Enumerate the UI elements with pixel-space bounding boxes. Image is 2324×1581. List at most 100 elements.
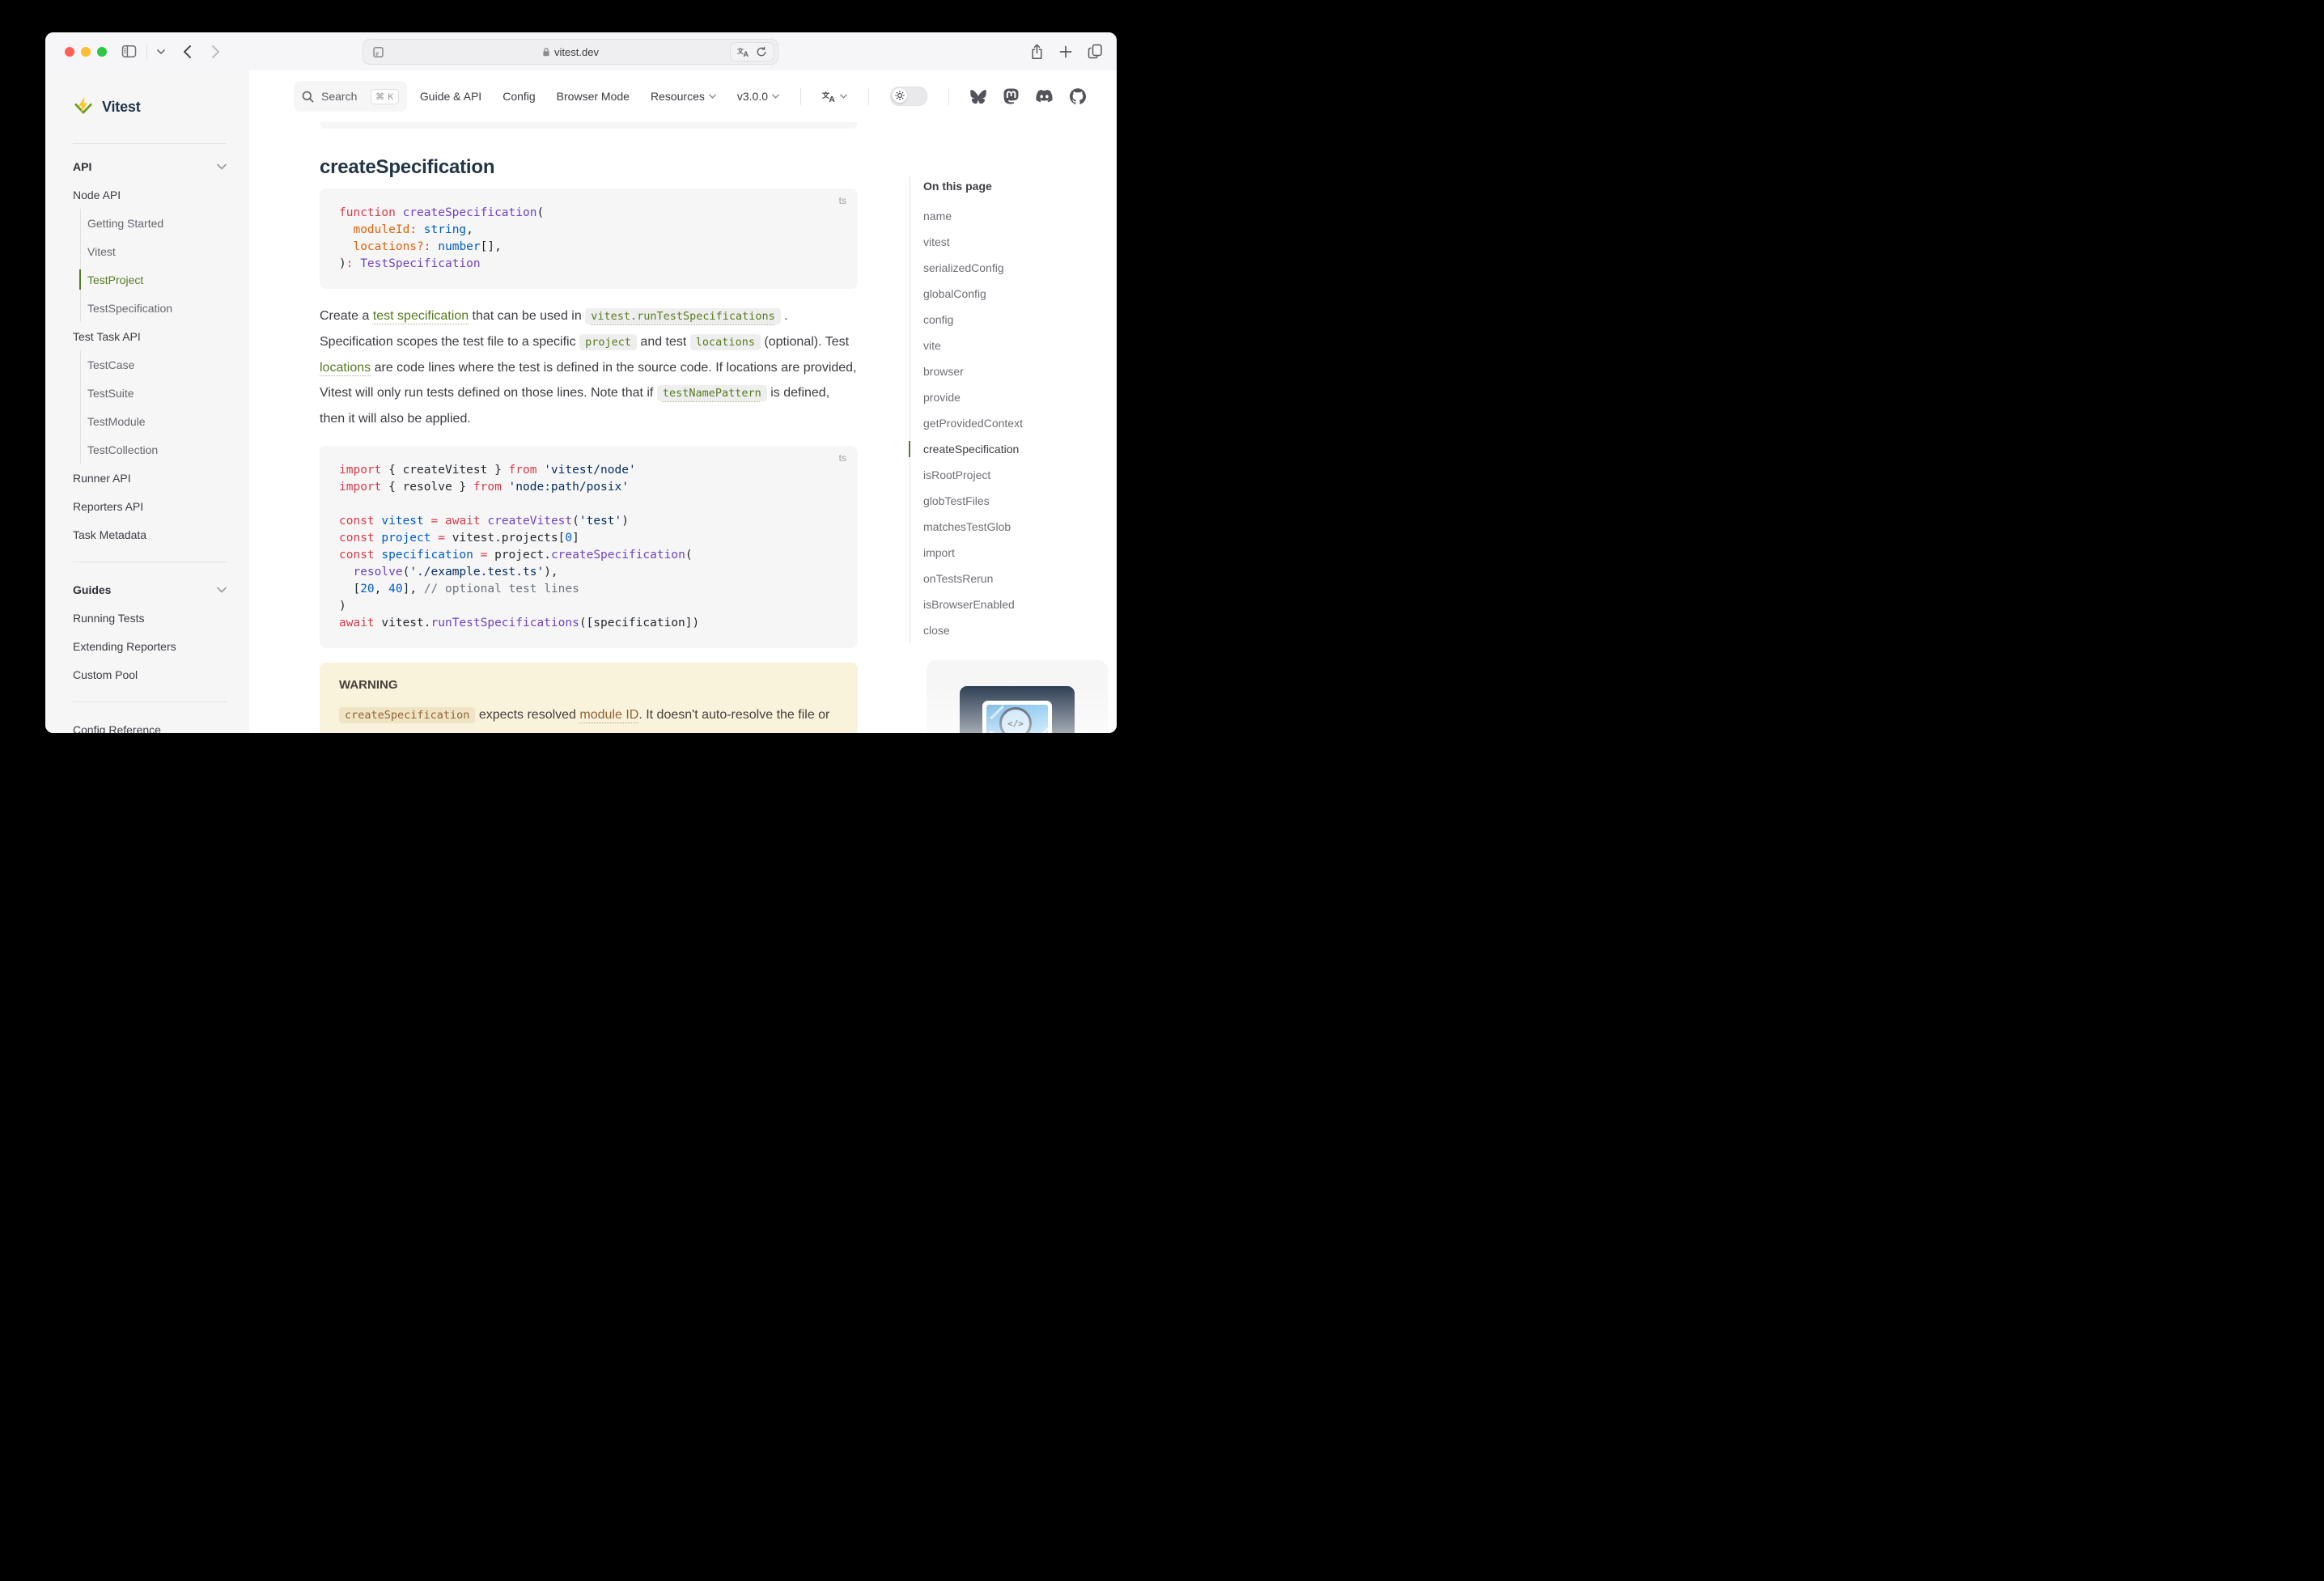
search-shortcut-badge: ⌘ K (371, 89, 399, 104)
address-bar[interactable]: vitest.dev 文A (363, 39, 778, 65)
code-line: ) (339, 598, 838, 615)
sidebar: Vitest APINode APIGetting StartedVitestT… (45, 70, 249, 733)
minimize-window-button[interactable] (81, 47, 91, 57)
sidebar-toggle-icon[interactable] (121, 45, 137, 58)
code-line: ): TestSpecification (339, 256, 838, 273)
inline-code: locations (690, 334, 761, 350)
code-language-label: ts (839, 195, 846, 206)
toc-item-browser[interactable]: browser (923, 358, 1096, 384)
toc-item-getprovidedcontext[interactable]: getProvidedContext (923, 410, 1096, 436)
toc-item-import[interactable]: import (923, 540, 1096, 566)
sidebar-item-vitest[interactable]: Vitest (81, 237, 227, 265)
nav-link-guide-api[interactable]: Guide & API (420, 90, 481, 103)
toc-item-globtestfiles[interactable]: globTestFiles (923, 488, 1096, 514)
chevron-down-icon (709, 94, 716, 99)
toolbar-divider (146, 45, 147, 59)
code-line: const project = vitest.projects[0] (339, 530, 838, 547)
theme-toggle[interactable] (890, 87, 927, 106)
sidebar-item-custom-pool[interactable]: Custom Pool (73, 660, 227, 689)
code-line: resolve('./example.test.ts'), (339, 564, 838, 581)
doc-code-link-testnamepattern[interactable]: testNamePattern (657, 386, 767, 400)
discord-icon[interactable] (1036, 90, 1053, 103)
sidebar-item-testsuite[interactable]: TestSuite (81, 379, 227, 407)
sidebar-section-api[interactable]: API (73, 152, 227, 180)
sidebar-divider (73, 701, 227, 702)
doc-link-test-specification[interactable]: test specification (373, 309, 469, 323)
sidebar-nav: APINode APIGetting StartedVitestTestProj… (73, 144, 227, 733)
toc-item-matchestestglob[interactable]: matchesTestGlob (923, 514, 1096, 540)
code-line: const specification = project.createSpec… (339, 547, 838, 564)
search-button[interactable]: Search ⌘ K (294, 81, 407, 112)
site-logo[interactable]: Vitest (73, 70, 227, 144)
toc-item-provide[interactable]: provide (923, 384, 1096, 410)
sidebar-item-node-api[interactable]: Node API (73, 180, 227, 209)
sidebar-item-testmodule[interactable]: TestModule (81, 407, 227, 435)
language-menu[interactable]: 文A (822, 91, 847, 103)
bluesky-icon[interactable] (970, 89, 986, 104)
toc-item-isbrowserenabled[interactable]: isBrowserEnabled (923, 591, 1096, 617)
sidebar-item-getting-started[interactable]: Getting Started (81, 209, 227, 237)
sidebar-item-testproject[interactable]: TestProject (81, 265, 227, 294)
code-line: import { createVitest } from 'vitest/nod… (339, 462, 838, 479)
chevron-down-icon (217, 163, 227, 170)
nav-link-config[interactable]: Config (503, 90, 535, 103)
translate-icon[interactable]: 文A (737, 47, 749, 57)
code-line: locations?: number[], (339, 239, 838, 256)
mastodon-icon[interactable] (1003, 88, 1019, 104)
translate-icon: 文A (822, 91, 836, 103)
doc-link-locations[interactable]: locations (320, 361, 371, 375)
close-window-button[interactable] (65, 47, 74, 57)
toc-item-serializedconfig[interactable]: serializedConfig (923, 255, 1096, 281)
back-button[interactable] (183, 45, 192, 59)
lock-icon (542, 47, 550, 57)
doc-link-module-id[interactable]: module ID (579, 708, 638, 722)
toc-item-ontestsrerun[interactable]: onTestsRerun (923, 566, 1096, 591)
sidebar-item-testcollection[interactable]: TestCollection (81, 435, 227, 464)
nav-dropdown-version[interactable]: v3.0.0 (737, 90, 779, 103)
sponsor-card[interactable]: </> (927, 660, 1108, 733)
sidebar-item-testcase[interactable]: TestCase (81, 350, 227, 379)
warning-body: createSpecification expects resolved mod… (339, 703, 838, 733)
sidebar-item-task-metadata[interactable]: Task Metadata (73, 520, 227, 549)
sidebar-section-guides[interactable]: Guides (73, 575, 227, 604)
nav-link-browser-mode[interactable]: Browser Mode (557, 90, 630, 103)
code-line: moduleId: string, (339, 222, 838, 239)
doc-code-link-vitest-runtestspecifications[interactable]: vitest.runTestSpecifications (585, 309, 781, 323)
chevron-down-icon (772, 94, 779, 99)
zoom-window-button[interactable] (97, 47, 107, 57)
toc-item-config[interactable]: config (923, 307, 1096, 333)
browser-toolbar: vitest.dev 文A (45, 32, 1117, 71)
share-icon[interactable] (1030, 44, 1044, 60)
github-icon[interactable] (1070, 88, 1086, 104)
nav-divider (800, 87, 801, 105)
code-line: function createSpecification( (339, 205, 838, 222)
site-page: Vitest APINode APIGetting StartedVitestT… (45, 70, 1117, 733)
sidebar-item-test-task-api[interactable]: Test Task API (73, 322, 227, 350)
warning-callout: WARNING createSpecification expects reso… (320, 663, 858, 733)
sidebar-item-extending-reporters[interactable]: Extending Reporters (73, 632, 227, 660)
chevron-down-icon[interactable] (157, 49, 165, 54)
search-icon (302, 91, 314, 103)
toc-item-globalconfig[interactable]: globalConfig (923, 281, 1096, 307)
sidebar-item-reporters-api[interactable]: Reporters API (73, 492, 227, 520)
sponsor-fade-overlay (927, 660, 1108, 733)
forward-button[interactable] (211, 45, 220, 59)
tabs-overview-icon[interactable] (1088, 44, 1103, 59)
new-tab-icon[interactable] (1059, 45, 1072, 58)
nav-dropdown-resources[interactable]: Resources (651, 90, 716, 103)
toc-item-isrootproject[interactable]: isRootProject (923, 462, 1096, 488)
sidebar-subgroup: TestCaseTestSuiteTestModuleTestCollectio… (80, 350, 227, 464)
toc-item-vitest[interactable]: vitest (923, 229, 1096, 255)
sidebar-item-config-reference[interactable]: Config Reference (73, 715, 227, 733)
search-label: Search (321, 90, 357, 103)
toc-item-name[interactable]: name (923, 203, 1096, 229)
reload-icon[interactable] (756, 46, 767, 57)
sidebar-item-testspecification[interactable]: TestSpecification (81, 294, 227, 322)
inline-code: createSpecification (339, 707, 475, 723)
toc-item-close[interactable]: close (923, 617, 1096, 643)
toc-item-createspecification[interactable]: createSpecification (923, 436, 1096, 462)
sidebar-item-runner-api[interactable]: Runner API (73, 464, 227, 492)
sidebar-item-running-tests[interactable]: Running Tests (73, 604, 227, 632)
toc-item-vite[interactable]: vite (923, 333, 1096, 358)
reader-icon[interactable] (372, 46, 384, 58)
